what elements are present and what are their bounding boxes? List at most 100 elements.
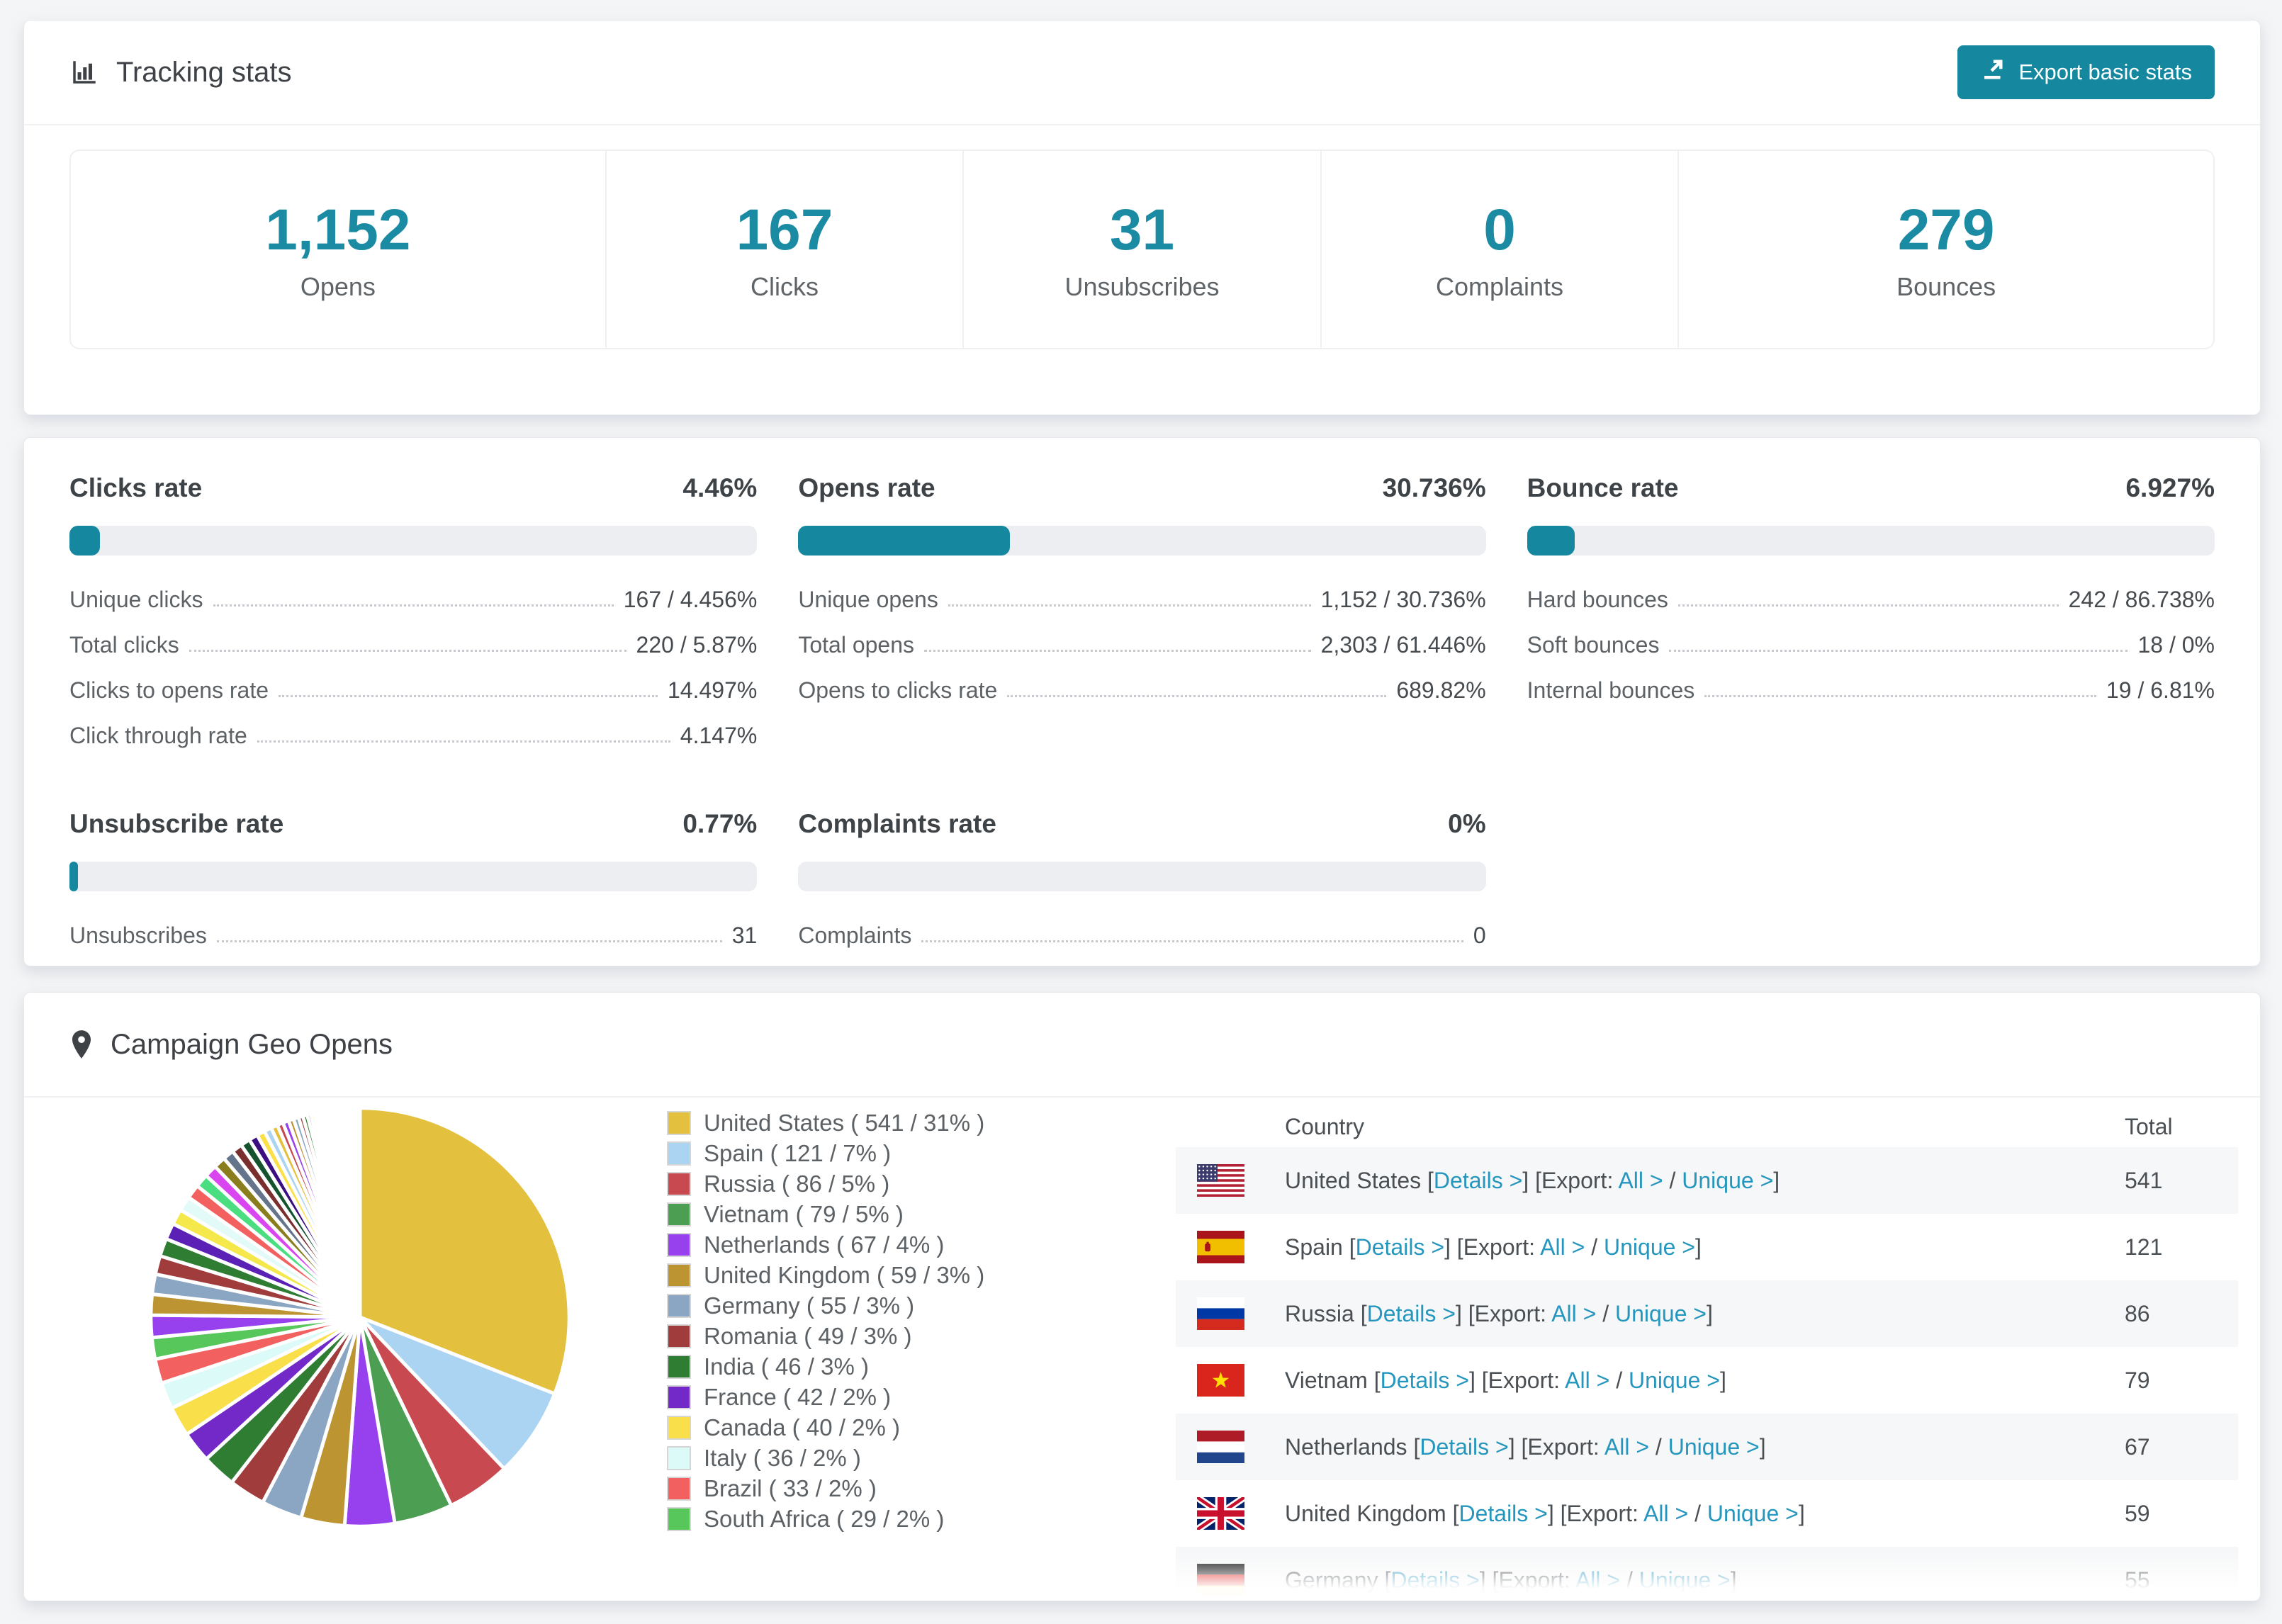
- details-link-es[interactable]: Details >: [1356, 1234, 1444, 1260]
- legend-label: Spain ( 121 / 7% ): [704, 1140, 892, 1166]
- details-link-de[interactable]: Details >: [1390, 1567, 1479, 1593]
- export-unique-link-de[interactable]: Unique >: [1639, 1567, 1731, 1593]
- export-all-link-es[interactable]: All >: [1540, 1234, 1585, 1260]
- geo-row-text: /: [1663, 1167, 1682, 1193]
- rate-row: Internal bounces 19 / 6.81%: [1527, 677, 2215, 704]
- rate-head: Opens rate 30.736%: [798, 473, 1485, 503]
- rates-grid-spacer: [1527, 809, 2215, 968]
- legend-label: Italy ( 36 / 2% ): [704, 1445, 861, 1471]
- legend-swatch: [667, 1324, 691, 1348]
- legend-item: Vietnam ( 79 / 5% ): [667, 1201, 984, 1227]
- stat-label: Unsubscribes: [1064, 272, 1220, 301]
- rate-title: Complaints rate: [798, 809, 996, 838]
- export-unique-link-nl[interactable]: Unique >: [1668, 1434, 1760, 1460]
- stat-value: 0: [1483, 198, 1516, 262]
- export-all-link-nl[interactable]: All >: [1604, 1434, 1649, 1460]
- geo-row-country: Vietnam [Details >] [Export: All > / Uni…: [1285, 1368, 2125, 1394]
- legend-swatch: [667, 1172, 691, 1196]
- rate-row-value: 31: [731, 923, 758, 948]
- rate-progress-fill: [1527, 526, 1575, 556]
- map-pin-icon: [69, 1029, 94, 1060]
- geo-header: Campaign Geo Opens: [24, 993, 2260, 1098]
- geo-table-body: United States [Details >] [Export: All >…: [1176, 1147, 2238, 1601]
- export-all-link-de[interactable]: All >: [1575, 1567, 1620, 1593]
- stat-value: 279: [1897, 198, 1995, 262]
- geo-row-text: ]: [1706, 1300, 1713, 1326]
- rate-progress-track: [1527, 526, 2215, 556]
- geo-row-total: 86: [2125, 1300, 2150, 1326]
- details-link-gb[interactable]: Details >: [1458, 1501, 1547, 1526]
- rate-head: Bounce rate 6.927%: [1527, 473, 2215, 503]
- legend-item: South Africa ( 29 / 2% ): [667, 1506, 984, 1532]
- rate-row: Complaints 0: [798, 923, 1485, 949]
- legend-swatch: [667, 1507, 691, 1531]
- rate-rows: Hard bounces 242 / 86.738% Soft bounces 18 …: [1527, 587, 2215, 704]
- details-link-vn[interactable]: Details >: [1381, 1368, 1469, 1393]
- legend-swatch: [667, 1416, 691, 1440]
- rate-row-label: Total opens: [798, 632, 914, 658]
- rate-title: Opens rate: [798, 473, 935, 502]
- geo-row-text: ]: [1719, 1367, 1726, 1393]
- rate-row-label: Complaints: [798, 923, 912, 948]
- export-basic-stats-button[interactable]: Export basic stats: [1957, 45, 2215, 99]
- rate-head: Clicks rate 4.46%: [69, 473, 757, 503]
- export-all-link-vn[interactable]: All >: [1565, 1368, 1609, 1393]
- rate-row-value: 0: [1473, 923, 1486, 948]
- geo-row-text: Germany [: [1285, 1567, 1391, 1593]
- legend-item: Russia ( 86 / 5% ): [667, 1171, 984, 1197]
- geo-row-total: 67: [2125, 1433, 2150, 1460]
- export-all-link-gb[interactable]: All >: [1643, 1501, 1688, 1526]
- legend-swatch: [667, 1111, 691, 1135]
- geo-row-total: 121: [2125, 1234, 2163, 1260]
- table-row-es: Spain [Details >] [Export: All > / Uniqu…: [1176, 1214, 2238, 1280]
- details-link-us[interactable]: Details >: [1434, 1168, 1522, 1193]
- export-unique-link-es[interactable]: Unique >: [1604, 1234, 1695, 1260]
- rate-row-label: Clicks to opens rate: [69, 677, 269, 703]
- rate-row-label: Soft bounces: [1527, 632, 1660, 658]
- rate-row: Unique clicks 167 / 4.456%: [69, 587, 757, 613]
- export-unique-link-us[interactable]: Unique >: [1682, 1168, 1773, 1193]
- legend-label: France ( 42 / 2% ): [704, 1384, 892, 1410]
- stat-boxes-row: 1,152 Opens 167 Clicks 31 Unsubscribes 0 Compla…: [69, 150, 2215, 349]
- geo-title: Campaign Geo Opens: [69, 1029, 393, 1061]
- export-unique-link-gb[interactable]: Unique >: [1707, 1501, 1799, 1526]
- rate-row-label: Hard bounces: [1527, 587, 1668, 612]
- geo-row-text: ] [Export:: [1444, 1234, 1541, 1260]
- rate-value: 0%: [1448, 809, 1486, 838]
- rate-row-value: 689.82%: [1396, 677, 1486, 703]
- geo-table-header-country: Country: [1285, 1113, 1365, 1139]
- rate-progress-fill: [69, 526, 101, 556]
- details-link-ru[interactable]: Details >: [1367, 1301, 1456, 1326]
- geo-row-text: ]: [1798, 1500, 1805, 1526]
- rate-rows: Unique clicks 167 / 4.456% Total clicks 220…: [69, 587, 757, 749]
- geo-table-header-total: Total: [2125, 1113, 2173, 1139]
- legend-item: India ( 46 / 3% ): [667, 1353, 984, 1380]
- campaign-geo-opens-card: Campaign Geo Opens United States ( 541 /…: [23, 992, 2261, 1601]
- stat-value: 167: [736, 198, 833, 262]
- export-unique-link-vn[interactable]: Unique >: [1629, 1368, 1720, 1393]
- stat-label: Complaints: [1435, 272, 1564, 301]
- rate-row-label: Unique clicks: [69, 587, 203, 612]
- rates-grid-bottom: Unsubscribe rate 0.77% Unsubscribes 31 Compl…: [69, 809, 2215, 968]
- rate-row-leader: [189, 650, 626, 652]
- export-unique-link-ru[interactable]: Unique >: [1615, 1301, 1707, 1326]
- rate-progress-fill: [69, 862, 78, 891]
- legend-label: Vietnam ( 79 / 5% ): [704, 1201, 904, 1227]
- legend-label: South Africa ( 29 / 2% ): [704, 1506, 945, 1532]
- geo-row-country: Germany [Details >] [Export: All > / Uni…: [1285, 1567, 2125, 1594]
- legend-item: Netherlands ( 67 / 4% ): [667, 1231, 984, 1258]
- rate-row: Clicks to opens rate 14.497%: [69, 677, 757, 704]
- rate-row-leader: [1007, 695, 1387, 697]
- export-all-link-ru[interactable]: All >: [1551, 1301, 1596, 1326]
- details-link-nl[interactable]: Details >: [1420, 1434, 1508, 1460]
- export-all-link-us[interactable]: All >: [1618, 1168, 1663, 1193]
- rate-row-leader: [1677, 604, 2059, 607]
- geo-row-text: /: [1688, 1500, 1707, 1526]
- rate-row-leader: [213, 604, 614, 607]
- gb-flag-icon: [1197, 1497, 1244, 1530]
- legend-label: Russia ( 86 / 5% ): [704, 1171, 890, 1197]
- rate-row: Hard bounces 242 / 86.738%: [1527, 587, 2215, 613]
- rate-section-unsubscribe: Unsubscribe rate 0.77% Unsubscribes 31: [69, 809, 758, 968]
- rate-progress-track: [798, 526, 1486, 556]
- rate-value: 0.77%: [682, 809, 758, 838]
